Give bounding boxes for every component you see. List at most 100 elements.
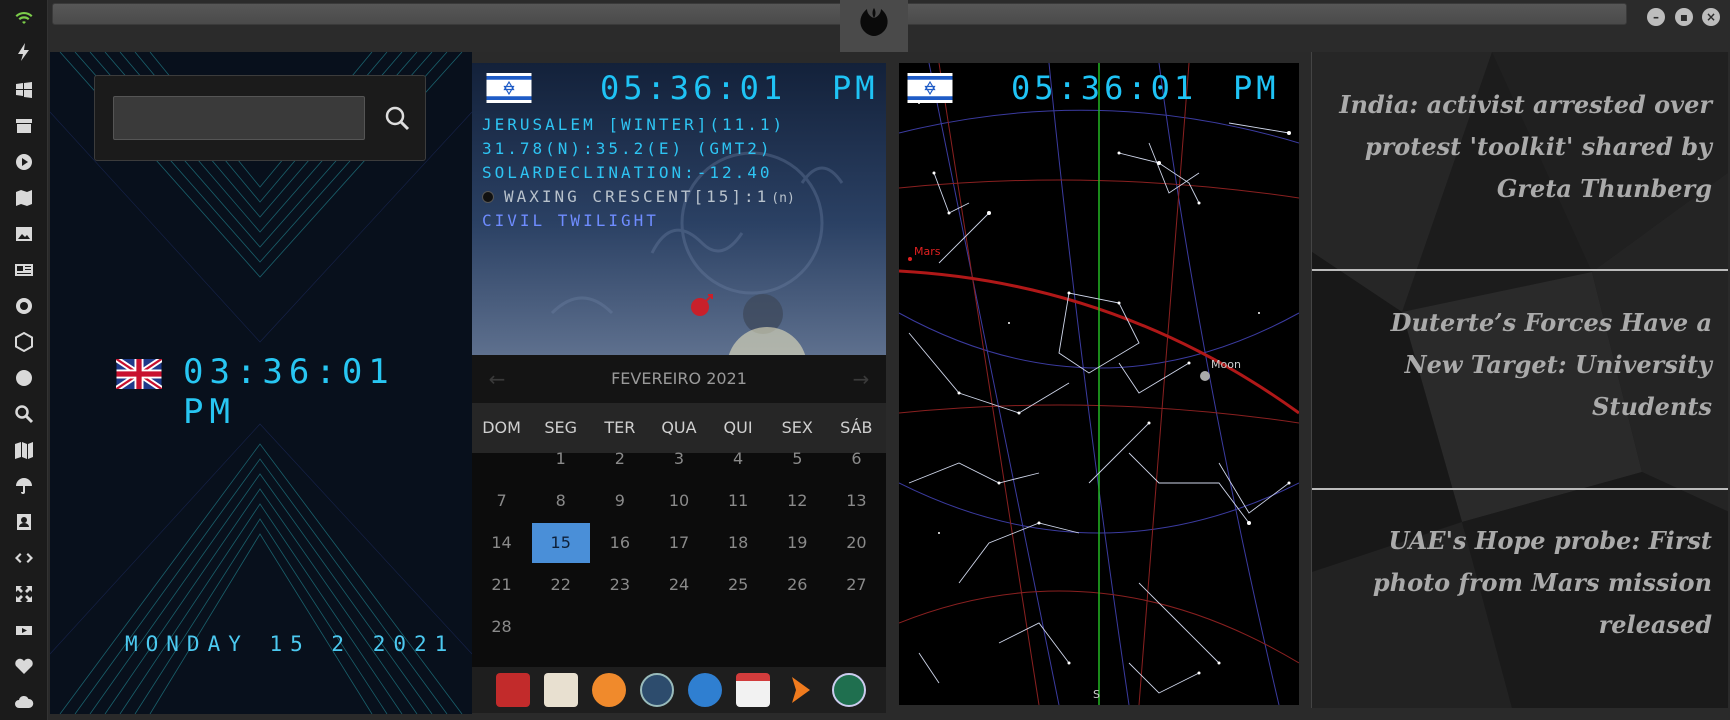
calendar-day[interactable]: 10 [650, 481, 708, 521]
news-item[interactable]: Duterte’s Forces Have a New Target: Univ… [1332, 302, 1712, 428]
moon-phase-suffix: (n) [771, 191, 795, 206]
calendar-day[interactable]: 17 [650, 523, 708, 563]
mars-label: Mars [914, 245, 941, 258]
calendar-day-selected[interactable]: 15 [531, 523, 590, 563]
minimize-button[interactable]: – [1647, 8, 1665, 26]
calendar-day[interactable]: 6 [827, 439, 885, 479]
sky-time: 05:36:01 [1011, 69, 1198, 107]
archive-icon[interactable] [12, 114, 36, 138]
weekday-sun: DOM [482, 418, 521, 437]
moon-phase-icon [482, 191, 494, 203]
clock-app-icon[interactable] [640, 673, 674, 707]
calendar-day[interactable]: 8 [532, 481, 590, 521]
calendar-app-icon[interactable] [736, 673, 770, 707]
calendar-day[interactable]: 25 [709, 565, 767, 605]
jerusalem-info: 05:36:01 PM JERUSALEM [WINTER](11.1) 31.… [472, 63, 886, 355]
moon-phase-line: WAXING CRESCENT[15]:1 (n) [482, 187, 795, 206]
jerusalem-panel: 05:36:01 PM JERUSALEM [WINTER](11.1) 31.… [472, 63, 886, 713]
wifi-icon[interactable] [12, 6, 36, 30]
calendar-day[interactable]: 13 [827, 481, 885, 521]
globe-app-icon[interactable] [688, 673, 722, 707]
search-icon[interactable] [12, 402, 36, 426]
star-map [899, 63, 1299, 705]
uk-flag-icon [116, 359, 162, 389]
twilight-line: CIVIL TWILIGHT [482, 211, 659, 230]
cloud-icon[interactable] [12, 690, 36, 714]
news-panel: India: activist arrested over protest 't… [1311, 52, 1728, 708]
calendar-day[interactable]: 12 [768, 481, 826, 521]
image-icon[interactable] [12, 222, 36, 246]
map-icon[interactable] [12, 186, 36, 210]
calendar-day[interactable]: 26 [768, 565, 826, 605]
location-line: JERUSALEM [WINTER](11.1) [482, 115, 786, 134]
sky-ampm: PM [1233, 69, 1280, 107]
jerusalem-ampm: PM [832, 69, 879, 107]
calendar-day[interactable]: 19 [768, 523, 826, 563]
moon-label: Moon [1211, 358, 1241, 371]
news-icon[interactable] [12, 258, 36, 282]
heart-icon[interactable] [12, 654, 36, 678]
news-item[interactable]: UAE's Hope probe: First photo from Mars … [1332, 520, 1712, 646]
calendar-day[interactable]: 2 [591, 439, 649, 479]
calendar-day[interactable]: 23 [591, 565, 649, 605]
contacts-icon[interactable] [12, 510, 36, 534]
globe-icon[interactable] [12, 366, 36, 390]
calendar-day[interactable]: 24 [650, 565, 708, 605]
desktop-app: – ▪ × 03:36:01 PM MONDAY 15 2 2021 05:36… [0, 0, 1730, 720]
rebel-icon[interactable] [12, 294, 36, 318]
calendar-day[interactable]: 20 [827, 523, 885, 563]
calendar-day[interactable]: 9 [591, 481, 649, 521]
close-button[interactable]: × [1702, 8, 1720, 26]
magnifier-icon [385, 106, 410, 131]
umbrella-icon[interactable] [12, 474, 36, 498]
next-month-button[interactable]: → [846, 355, 876, 403]
search-app-icon[interactable] [592, 673, 626, 707]
calendar-day[interactable]: 1 [532, 439, 590, 479]
lightning-icon[interactable] [12, 40, 36, 64]
sky-map-panel: Mars Moon S 05:36:01 PM [899, 63, 1299, 705]
calendar: ← FEVEREIRO 2021 → DOM SEG TER QUA QUI S… [472, 355, 886, 667]
rebel-tab[interactable] [840, 0, 908, 52]
search-button[interactable] [377, 98, 417, 138]
uk-date: MONDAY 15 2 2021 [125, 632, 456, 656]
rebel-alliance-icon [860, 8, 888, 36]
israel-flag-icon [907, 73, 953, 103]
previous-month-button[interactable]: ← [482, 355, 512, 403]
left-icon-bar [0, 0, 48, 720]
calendar-day[interactable]: 18 [709, 523, 767, 563]
calendar-day[interactable]: 3 [650, 439, 708, 479]
calendar-day[interactable]: 21 [473, 565, 531, 605]
solar-declination-line: SOLARDECLINATION:-12.40 [482, 163, 773, 182]
uk-time: 03:36:01 PM [183, 352, 395, 432]
code-icon[interactable] [12, 546, 36, 570]
calendar-notes-icon[interactable] [544, 673, 578, 707]
south-label: S [1093, 688, 1100, 701]
calendar-day[interactable]: 14 [473, 523, 531, 563]
pdf-app-icon[interactable] [496, 673, 530, 707]
calendar-day[interactable]: 7 [473, 481, 531, 521]
folded-map-icon[interactable] [12, 438, 36, 462]
calendar-day[interactable]: 28 [473, 607, 531, 647]
maximize-button[interactable]: ▪ [1675, 8, 1693, 26]
youtube-icon[interactable] [12, 618, 36, 642]
moon-phase-text: WAXING CRESCENT[15]:1 [504, 187, 770, 206]
play-icon[interactable] [12, 150, 36, 174]
rebel-app-icon[interactable] [832, 673, 866, 707]
calendar-day[interactable]: 27 [827, 565, 885, 605]
news-item[interactable]: India: activist arrested over protest 't… [1332, 84, 1712, 210]
expand-icon[interactable] [12, 582, 36, 606]
calendar-day[interactable]: 22 [532, 565, 590, 605]
windows-icon[interactable] [12, 78, 36, 102]
top-bar: – ▪ × [48, 0, 1730, 52]
uk-clock-panel: 03:36:01 PM MONDAY 15 2 2021 [50, 52, 472, 714]
calendar-day[interactable]: 4 [709, 439, 767, 479]
search-input[interactable] [113, 96, 365, 140]
app-dock [472, 667, 886, 713]
calendar-day[interactable]: 5 [768, 439, 826, 479]
search-box [94, 75, 426, 161]
arrow-app-icon[interactable] [784, 673, 818, 707]
calendar-day[interactable]: 11 [709, 481, 767, 521]
calendar-day[interactable]: 16 [591, 523, 649, 563]
hexagon-icon[interactable] [12, 330, 36, 354]
news-divider [1312, 488, 1728, 490]
